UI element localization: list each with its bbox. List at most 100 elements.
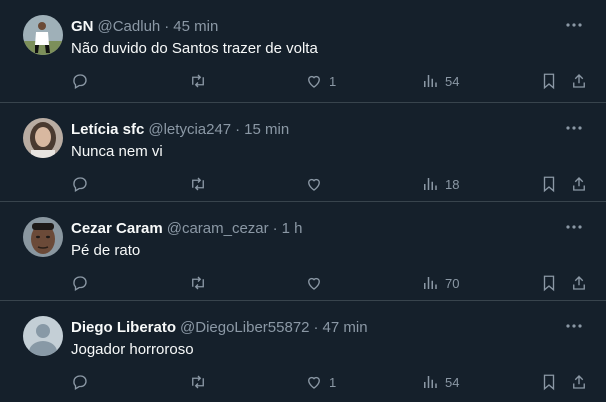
- share-icon: [573, 276, 585, 290]
- retweet-icon: [192, 276, 204, 290]
- views-button[interactable]: 70: [421, 272, 459, 294]
- bookmark-button[interactable]: [540, 371, 558, 393]
- retweet-button[interactable]: [189, 70, 213, 92]
- bookmark-button[interactable]: [540, 70, 558, 92]
- avatar[interactable]: [23, 316, 63, 356]
- tweet-header: Diego Liberato @DiegoLiber55872 · 47 min: [71, 318, 368, 338]
- woman-photo-icon: [23, 118, 63, 158]
- bookmark-icon: [543, 374, 555, 391]
- share-icon: [573, 375, 585, 389]
- bookmark-button[interactable]: [540, 173, 558, 195]
- like-button[interactable]: [305, 173, 329, 195]
- more-options-button[interactable]: [564, 217, 588, 237]
- share-button[interactable]: [570, 70, 588, 92]
- analytics-icon: [424, 75, 437, 87]
- heart-icon: [308, 178, 320, 191]
- user-handle[interactable]: @Cadluh: [98, 18, 161, 35]
- more-horizontal-icon: [566, 126, 582, 130]
- retweet-icon: [192, 74, 204, 88]
- tweet-text: Nunca nem vi: [71, 143, 163, 160]
- display-name[interactable]: Letícia sfc: [71, 121, 144, 138]
- reply-icon: [73, 177, 87, 192]
- share-button[interactable]: [570, 173, 588, 195]
- reply-button[interactable]: [71, 371, 95, 393]
- tweet-actions: 1 54: [0, 70, 606, 92]
- bookmark-button[interactable]: [540, 272, 558, 294]
- view-count: 54: [445, 374, 460, 390]
- timestamp[interactable]: 47 min: [323, 319, 368, 336]
- tweet[interactable]: Diego Liberato @DiegoLiber55872 · 47 min Jo…: [0, 301, 606, 402]
- more-horizontal-icon: [566, 23, 582, 27]
- share-button[interactable]: [570, 272, 588, 294]
- heart-icon: [308, 277, 320, 290]
- retweet-button[interactable]: [189, 173, 213, 195]
- tweet-actions: 18: [0, 173, 606, 195]
- share-icon: [573, 177, 585, 191]
- reply-button[interactable]: [71, 70, 95, 92]
- display-name[interactable]: GN: [71, 18, 94, 35]
- reply-icon: [73, 74, 87, 89]
- retweet-button[interactable]: [189, 371, 213, 393]
- like-count: 1: [329, 73, 337, 89]
- avatar[interactable]: [23, 118, 63, 158]
- display-name[interactable]: Cezar Caram: [71, 220, 163, 237]
- more-horizontal-icon: [566, 225, 582, 229]
- like-count: 1: [329, 374, 337, 390]
- like-button[interactable]: 1: [305, 70, 336, 92]
- timestamp[interactable]: 45 min: [173, 18, 218, 35]
- user-handle[interactable]: @letycia247: [148, 121, 231, 138]
- more-horizontal-icon: [566, 324, 582, 328]
- tweet-text: Não duvido do Santos trazer de volta: [71, 40, 318, 57]
- more-options-button[interactable]: [564, 15, 588, 35]
- reply-button[interactable]: [71, 173, 95, 195]
- tweet[interactable]: Cezar Caram @caram_cezar · 1 h Pé de rato 7…: [0, 202, 606, 301]
- more-options-button[interactable]: [564, 118, 588, 138]
- bookmark-icon: [543, 73, 555, 90]
- user-handle[interactable]: @DiegoLiber55872: [180, 319, 310, 336]
- heart-icon: [308, 75, 320, 88]
- view-count: 54: [445, 73, 460, 89]
- analytics-icon: [424, 277, 437, 289]
- separator-dot: ·: [313, 319, 319, 336]
- view-count: 70: [445, 275, 460, 291]
- more-options-button[interactable]: [564, 316, 588, 336]
- views-button[interactable]: 18: [421, 173, 459, 195]
- view-count: 18: [445, 176, 460, 192]
- retweet-icon: [192, 177, 204, 191]
- tweet-actions: 70: [0, 272, 606, 294]
- analytics-icon: [424, 178, 437, 190]
- timestamp[interactable]: 1 h: [282, 220, 303, 237]
- analytics-icon: [424, 376, 437, 388]
- reply-icon: [73, 276, 87, 291]
- bookmark-icon: [543, 176, 555, 193]
- user-handle[interactable]: @caram_cezar: [167, 220, 269, 237]
- avatar[interactable]: [23, 217, 63, 257]
- separator-dot: ·: [235, 121, 241, 138]
- tweet-header: GN @Cadluh · 45 min: [71, 17, 218, 37]
- retweet-button[interactable]: [189, 272, 213, 294]
- default-user-icon: [23, 316, 63, 356]
- share-icon: [573, 74, 585, 88]
- separator-dot: ·: [164, 18, 170, 35]
- soccer-player-photo-icon: [23, 15, 63, 55]
- separator-dot: ·: [272, 220, 278, 237]
- avatar[interactable]: [23, 15, 63, 55]
- retweet-icon: [192, 375, 204, 389]
- tweet-header: Letícia sfc @letycia247 · 15 min: [71, 120, 289, 140]
- tweet[interactable]: GN @Cadluh · 45 min Não duvido do Santos tr…: [0, 0, 606, 103]
- timestamp[interactable]: 15 min: [244, 121, 289, 138]
- tweet-actions: 1 54: [0, 371, 606, 393]
- display-name[interactable]: Diego Liberato: [71, 319, 176, 336]
- like-button[interactable]: 1: [305, 371, 336, 393]
- tweet-text: Pé de rato: [71, 242, 141, 259]
- views-button[interactable]: 54: [421, 70, 459, 92]
- like-button[interactable]: [305, 272, 329, 294]
- reply-icon: [73, 375, 87, 390]
- reply-button[interactable]: [71, 272, 95, 294]
- share-button[interactable]: [570, 371, 588, 393]
- bookmark-icon: [543, 275, 555, 292]
- tweet[interactable]: Letícia sfc @letycia247 · 15 min Nunca nem …: [0, 103, 606, 202]
- views-button[interactable]: 54: [421, 371, 459, 393]
- tweet-header: Cezar Caram @caram_cezar · 1 h: [71, 219, 303, 239]
- tweet-text: Jogador horroroso: [71, 341, 194, 358]
